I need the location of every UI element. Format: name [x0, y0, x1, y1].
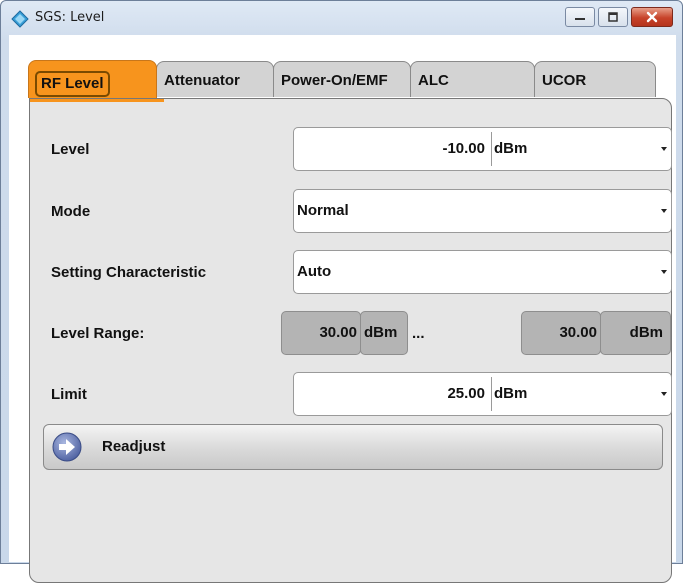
unit-divider: [491, 377, 492, 411]
tab-alc[interactable]: ALC: [410, 61, 535, 97]
minimize-icon: [566, 8, 594, 26]
level-unit: dBm: [494, 140, 528, 157]
mode-value: Normal: [297, 202, 349, 219]
title-bar[interactable]: SGS: Level: [1, 1, 682, 35]
active-tab-connector: [30, 99, 164, 102]
limit-field[interactable]: 25.00 dBm: [293, 372, 672, 416]
level-range-max-value-box: 30.00: [521, 311, 601, 355]
tab-ucor[interactable]: UCOR: [534, 61, 656, 97]
setting-characteristic-value: Auto: [297, 263, 332, 280]
setting-characteristic-select[interactable]: Auto: [293, 250, 672, 294]
level-range-max-unit: dBm: [629, 324, 663, 341]
dropdown-arrow-icon: [661, 147, 667, 151]
readjust-label: Readjust: [102, 438, 166, 455]
level-label: Level: [51, 141, 90, 158]
tab-power-on-emf-label: Power-On/EMF: [281, 72, 388, 89]
tab-attenuator[interactable]: Attenuator: [156, 61, 274, 97]
arrow-right-circle-icon: [52, 432, 82, 462]
level-range-label: Level Range:: [51, 325, 145, 342]
dropdown-arrow-icon: [661, 392, 667, 396]
setting-characteristic-label: Setting Characteristic: [51, 264, 207, 281]
rf-level-panel: Level -10.00 dBm Mode Normal Setting Cha…: [29, 98, 672, 583]
limit-unit: dBm: [494, 385, 528, 402]
diamond-app-icon: [11, 10, 29, 28]
level-range-min-unit-box: dBm: [360, 311, 408, 355]
dialog-window: SGS: Level RF Level Attenuator Power-On/…: [0, 0, 683, 583]
level-range-min-unit: dBm: [364, 324, 398, 341]
level-range-min-value: 30.00: [319, 324, 357, 341]
dropdown-arrow-icon: [661, 270, 667, 274]
tab-alc-label: ALC: [418, 72, 449, 89]
level-range-max-unit-box: dBm: [600, 311, 671, 355]
level-value: -10.00: [442, 140, 485, 157]
level-range-separator: ...: [412, 325, 425, 342]
mode-select[interactable]: Normal: [293, 189, 672, 233]
limit-label: Limit: [51, 386, 87, 403]
tab-rf-level[interactable]: RF Level: [28, 60, 157, 98]
tab-rf-level-label: RF Level: [35, 71, 110, 97]
level-range-max-value: 30.00: [559, 324, 597, 341]
unit-divider: [491, 132, 492, 166]
window-title: SGS: Level: [35, 10, 105, 25]
tab-power-on-emf[interactable]: Power-On/EMF: [273, 61, 411, 97]
mode-label: Mode: [51, 203, 91, 220]
dropdown-arrow-icon: [661, 209, 667, 213]
level-range-min-value-box: 30.00: [281, 311, 361, 355]
limit-value: 25.00: [447, 385, 485, 402]
tab-attenuator-label: Attenuator: [164, 72, 240, 89]
readjust-button[interactable]: Readjust: [43, 424, 663, 470]
tab-ucor-label: UCOR: [542, 72, 587, 89]
close-icon: [632, 8, 672, 26]
level-field[interactable]: -10.00 dBm: [293, 127, 672, 171]
maximize-button[interactable]: [598, 7, 628, 27]
minimize-button[interactable]: [565, 7, 595, 27]
maximize-icon: [599, 8, 627, 26]
dialog-client-area: RF Level Attenuator Power-On/EMF ALC UCO…: [9, 35, 676, 583]
close-button[interactable]: [631, 7, 673, 27]
